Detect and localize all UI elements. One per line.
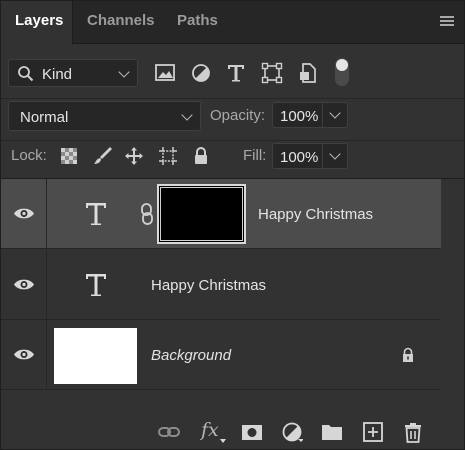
blend-mode-select[interactable]: Normal — [8, 101, 201, 131]
layer-filter-row: Kind — [1, 45, 464, 99]
visibility-toggle[interactable] — [1, 320, 47, 390]
add-mask-icon[interactable] — [241, 421, 263, 443]
fill-value: 100% — [280, 149, 319, 166]
lock-transparent-pixels-icon[interactable] — [59, 146, 79, 166]
layer-name[interactable]: Happy Christmas — [151, 277, 266, 294]
layers-bottom-toolbar: fx — [1, 411, 464, 449]
chevron-down-icon[interactable] — [329, 148, 341, 160]
blend-mode-row: Normal Opacity: 100% — [1, 99, 464, 141]
layer-row-happy-christmas-masked[interactable]: Happy Christmas — [1, 179, 441, 249]
blend-mode-value: Normal — [20, 109, 69, 126]
eye-icon — [14, 208, 34, 219]
search-icon — [18, 66, 34, 82]
type-layer-icon — [84, 201, 108, 227]
opacity-label: Opacity: — [210, 107, 266, 124]
type-layer-filter-icon[interactable] — [225, 62, 247, 84]
fill-label: Fill: — [243, 147, 267, 164]
layer-thumbnail[interactable] — [54, 328, 137, 384]
panel-tab-bar: Layers Channels Paths — [1, 1, 464, 45]
layer-mask-thumbnail[interactable] — [157, 184, 246, 244]
tab-channels[interactable]: Channels — [73, 1, 169, 44]
opacity-field[interactable]: 100% — [272, 102, 348, 128]
filter-toggle-icon[interactable] — [333, 57, 351, 87]
eye-icon — [14, 349, 34, 360]
eye-icon — [14, 279, 34, 290]
hamburger-menu-icon[interactable] — [440, 16, 454, 28]
lock-position-icon[interactable] — [124, 146, 144, 166]
layer-row-background[interactable]: Background — [1, 320, 441, 390]
mask-link-icon[interactable] — [140, 203, 154, 225]
layers-scrollbar[interactable] — [441, 179, 463, 391]
layer-style-fx-icon[interactable]: fx — [201, 419, 219, 441]
smart-object-filter-icon[interactable] — [297, 62, 319, 84]
fill-field[interactable]: 100% — [272, 143, 348, 169]
link-layers-icon[interactable] — [158, 421, 180, 443]
layers-empty-area — [1, 391, 441, 411]
layer-row-happy-christmas[interactable]: Happy Christmas — [1, 250, 441, 320]
lock-artboard-icon[interactable] — [158, 146, 178, 166]
chevron-down-icon — [181, 109, 193, 121]
lock-label: Lock: — [11, 147, 47, 164]
chevron-down-icon — [118, 66, 130, 78]
new-layer-icon[interactable] — [362, 421, 384, 443]
lock-image-pixels-icon[interactable] — [93, 146, 113, 166]
shape-layer-filter-icon[interactable] — [261, 62, 283, 84]
filter-kind-select[interactable]: Kind — [8, 59, 138, 87]
fx-dropdown-indicator — [220, 439, 226, 443]
lock-icon[interactable] — [400, 347, 416, 363]
pixel-layer-filter-icon[interactable] — [154, 62, 176, 84]
adjustment-layer-filter-icon[interactable] — [190, 62, 212, 84]
new-adjustment-layer-icon[interactable] — [281, 421, 304, 443]
chevron-down-icon[interactable] — [329, 107, 341, 119]
layer-name[interactable]: Happy Christmas — [258, 206, 373, 223]
new-group-folder-icon[interactable] — [321, 421, 343, 443]
visibility-toggle[interactable] — [1, 250, 47, 320]
tab-paths[interactable]: Paths — [163, 1, 232, 44]
opacity-value: 100% — [280, 108, 319, 125]
delete-layer-icon[interactable] — [402, 421, 424, 443]
layer-name[interactable]: Background — [151, 347, 231, 364]
visibility-toggle[interactable] — [1, 179, 47, 249]
layers-panel: Layers Channels Paths Kind Normal Opacit… — [0, 0, 465, 450]
filter-kind-label: Kind — [42, 66, 73, 83]
lock-all-icon[interactable] — [191, 146, 211, 166]
lock-row: Lock: Fill: 100% — [1, 141, 464, 179]
tab-layers[interactable]: Layers — [1, 1, 73, 45]
type-layer-icon — [84, 272, 108, 298]
